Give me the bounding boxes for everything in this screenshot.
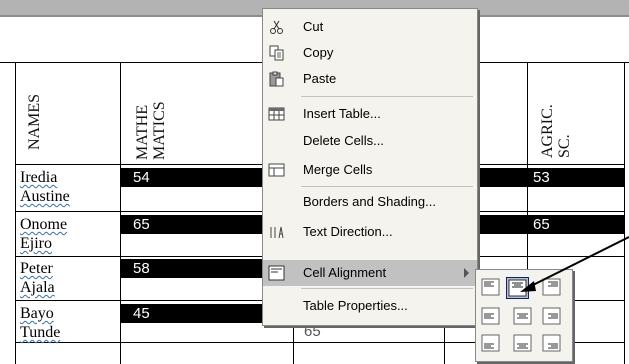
annotation-arrow-icon — [520, 236, 629, 292]
